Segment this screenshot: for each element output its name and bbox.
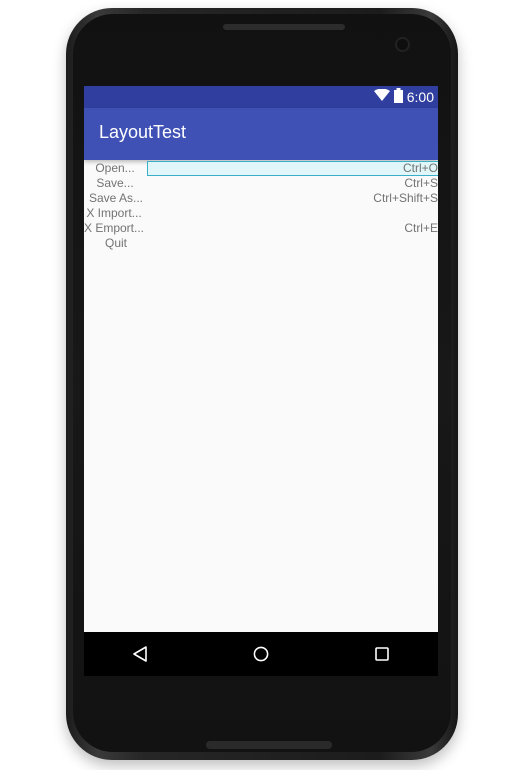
status-bar: 6:00	[84, 86, 438, 108]
menu-item-save[interactable]: Save... Ctrl+S	[84, 176, 438, 191]
menu-item-shortcut: Ctrl+O	[402, 161, 438, 175]
bottom-speaker	[206, 741, 332, 749]
navigation-bar	[84, 632, 438, 676]
menu-item-shortcut: Ctrl+Shift+S	[373, 191, 438, 205]
menu-item-label: X Emport...	[84, 221, 145, 235]
battery-icon	[393, 88, 403, 106]
selection-highlight	[147, 161, 438, 176]
app-bar: LayoutTest	[84, 108, 438, 160]
menu-item-label: Save...	[96, 176, 134, 190]
menu-item-label: X Import...	[86, 206, 142, 220]
menu-list: Open... Ctrl+O Save... Ctrl+S Save As...…	[84, 160, 438, 632]
back-icon[interactable]	[128, 642, 152, 666]
wifi-icon	[373, 88, 390, 105]
menu-item-quit[interactable]: Quit	[84, 236, 438, 251]
app-title: LayoutTest	[99, 122, 187, 142]
status-time: 6:00	[406, 89, 434, 105]
recents-icon[interactable]	[370, 642, 394, 666]
menu-item-shortcut: Ctrl+E	[404, 221, 438, 235]
menu-item-label: Open...	[95, 161, 135, 175]
device-screen: 6:00 LayoutTest Open... Ctrl+O Save... C…	[84, 86, 438, 676]
menu-item-label: Save As...	[88, 191, 144, 205]
home-icon[interactable]	[249, 642, 273, 666]
front-camera	[397, 39, 408, 50]
menu-item-emport[interactable]: X Emport... Ctrl+E	[84, 221, 438, 236]
menu-item-save-as[interactable]: Save As... Ctrl+Shift+S	[84, 191, 438, 206]
menu-item-import[interactable]: X Import...	[84, 206, 438, 221]
status-icons: 6:00	[373, 88, 434, 106]
menu-item-shortcut: Ctrl+S	[404, 176, 438, 190]
menu-item-label: Quit	[104, 236, 127, 250]
menu-item-open[interactable]: Open... Ctrl+O	[84, 161, 438, 176]
top-speaker	[223, 24, 345, 30]
